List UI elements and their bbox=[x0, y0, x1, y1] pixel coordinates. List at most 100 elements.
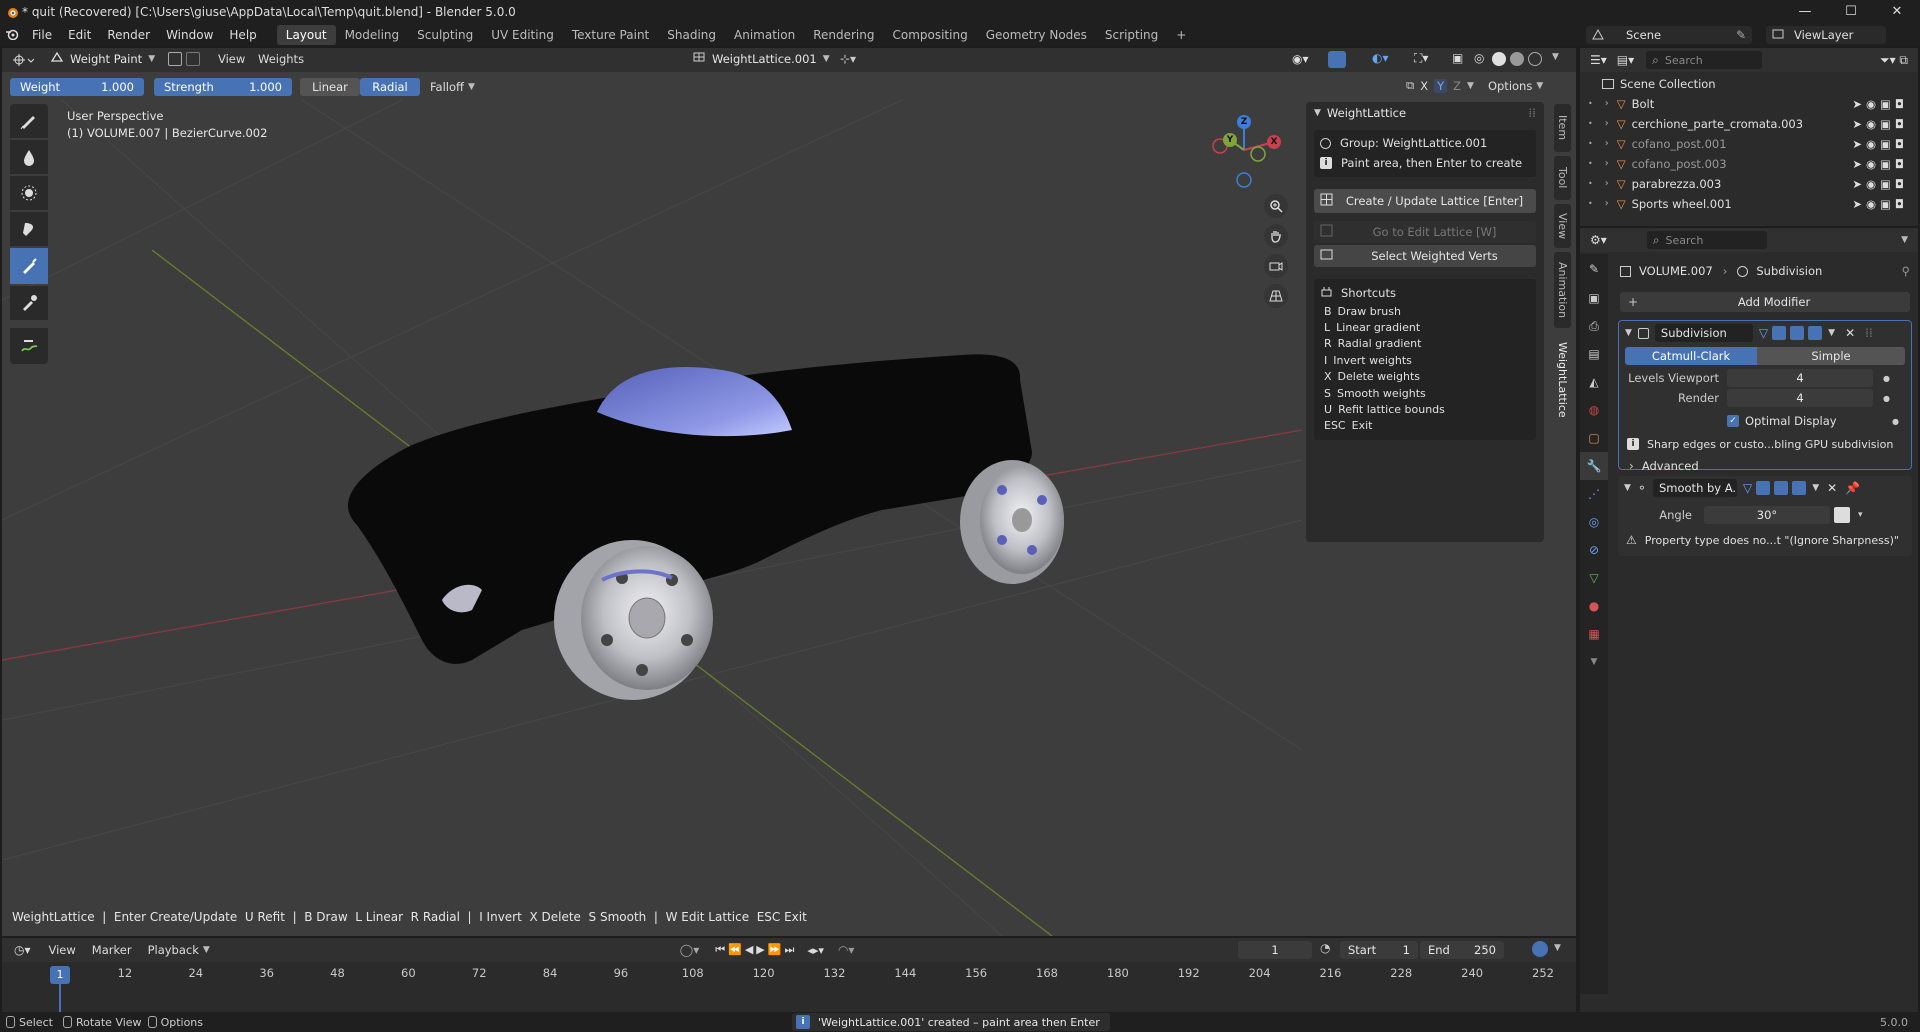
visibility-toggles[interactable]: ➤◉▣◘ bbox=[1852, 194, 1908, 214]
drag-handle-icon[interactable]: ⁞⁞ bbox=[1865, 326, 1873, 340]
chevron-down-icon[interactable]: ▼ bbox=[1812, 483, 1819, 493]
playhead[interactable]: 1 bbox=[50, 966, 70, 984]
chevron-down-icon[interactable]: ▼ bbox=[1624, 483, 1631, 493]
expand-arrow-icon[interactable]: › bbox=[1605, 134, 1609, 154]
chevron-down-icon[interactable]: ▾ bbox=[1858, 510, 1863, 520]
tab-weightlattice[interactable]: WeightLattice bbox=[1554, 332, 1571, 428]
workspace-tab-rendering[interactable]: Rendering bbox=[804, 25, 883, 45]
keyframe-jump-icon[interactable]: ◂▸▾ bbox=[807, 944, 824, 957]
world-tab-icon[interactable]: ◍ bbox=[1580, 396, 1608, 424]
wireframe-shading-icon[interactable]: ◎ bbox=[1474, 51, 1484, 65]
subdivision-header[interactable]: ▼ Subdivision ▽ ▼ ✕ ⁞⁞ bbox=[1619, 321, 1911, 345]
filter-icon[interactable]: ⏷▾ ⧉ bbox=[1880, 53, 1908, 68]
visibility-toggles[interactable]: ➤◉▣◘ bbox=[1852, 114, 1908, 134]
draw-brush-icon[interactable] bbox=[10, 104, 48, 138]
minimize-button[interactable]: — bbox=[1782, 0, 1828, 24]
pin-icon[interactable]: ⚲ bbox=[1902, 264, 1910, 278]
xray-icon[interactable]: ⛶▾ bbox=[1414, 51, 1428, 66]
material-shading-icon[interactable] bbox=[1510, 52, 1524, 66]
simple-button[interactable]: Simple bbox=[1757, 347, 1905, 365]
chevron-down-icon[interactable]: ▼ bbox=[1554, 943, 1561, 953]
scene-selector[interactable]: Scene ✎ bbox=[1586, 26, 1752, 44]
menu-window[interactable]: Window bbox=[158, 24, 221, 46]
create-update-lattice-button[interactable]: Create / Update Lattice [Enter] bbox=[1314, 189, 1536, 213]
add-workspace-button[interactable]: + bbox=[1167, 25, 1195, 45]
render-levels-field[interactable]: 4 bbox=[1727, 389, 1873, 407]
menu-file[interactable]: File bbox=[24, 24, 60, 46]
subdivision-name-field[interactable]: Subdivision bbox=[1654, 324, 1753, 342]
output-tab-icon[interactable]: ⎙ bbox=[1580, 312, 1608, 340]
constraints-tab-icon[interactable]: ⊘ bbox=[1580, 536, 1608, 564]
3d-viewport[interactable]: Weight Paint ▼ View Weights WeightLattic… bbox=[2, 48, 1576, 936]
outliner-row[interactable]: • › ▽ cerchione_parte_cromata.003 ➤◉▣◘ bbox=[1580, 114, 1918, 134]
end-frame-field[interactable]: End 250 bbox=[1420, 941, 1504, 959]
drag-handle-icon[interactable]: ⁞⁞ bbox=[1528, 106, 1536, 120]
workspace-tab-texture-paint[interactable]: Texture Paint bbox=[563, 25, 658, 45]
gizmo-y-axis[interactable]: Y bbox=[1223, 133, 1237, 147]
gizmo-toggle-icon[interactable] bbox=[1328, 51, 1346, 68]
weight-field[interactable]: Weight 1.000 bbox=[10, 78, 144, 96]
auto-keying-icon[interactable]: ◯▾ bbox=[680, 943, 699, 957]
editor-type-icon[interactable]: ☰▾ bbox=[1590, 53, 1607, 67]
outliner-row[interactable]: • › ▽ Bolt ➤◉▣◘ bbox=[1580, 94, 1918, 114]
expand-arrow-icon[interactable]: › bbox=[1605, 174, 1609, 194]
workspace-tab-sculpting[interactable]: Sculpting bbox=[408, 25, 482, 45]
transform-orientation-icon[interactable]: ⊹▾ bbox=[840, 52, 856, 66]
outliner-row[interactable]: • › ▽ Sports wheel.001 ➤◉▣◘ bbox=[1580, 194, 1918, 214]
workspace-tab-uv-editing[interactable]: UV Editing bbox=[482, 25, 563, 45]
chevron-down-icon[interactable]: ▼ bbox=[1901, 235, 1908, 245]
gradient-tool-icon[interactable] bbox=[10, 248, 48, 284]
advanced-subpanel[interactable]: › Advanced bbox=[1619, 456, 1911, 476]
axis-y-toggle[interactable]: Y bbox=[1434, 78, 1448, 93]
expand-arrow-icon[interactable]: › bbox=[1605, 114, 1609, 134]
viewlayer-selector[interactable]: ViewLayer bbox=[1766, 26, 1886, 44]
menu-edit[interactable]: Edit bbox=[60, 24, 99, 46]
workspace-tab-modeling[interactable]: Modeling bbox=[336, 25, 409, 45]
zoom-icon[interactable] bbox=[1264, 194, 1288, 218]
blender-menu-icon[interactable] bbox=[0, 28, 24, 43]
object-icon[interactable] bbox=[168, 52, 182, 66]
visibility-toggles[interactable]: ➤◉▣◘ bbox=[1852, 154, 1908, 174]
material-tab-icon[interactable]: ● bbox=[1580, 592, 1608, 620]
tool-tab-icon[interactable]: ✎ bbox=[1580, 254, 1608, 284]
select-weighted-verts-button[interactable]: Select Weighted Verts bbox=[1314, 245, 1536, 267]
workspace-tab-geometry-nodes[interactable]: Geometry Nodes bbox=[977, 25, 1096, 45]
chevron-down-icon[interactable]: ▼ bbox=[1467, 81, 1474, 91]
chevron-down-icon[interactable]: ▼ bbox=[1625, 328, 1632, 338]
radial-gradient-button[interactable]: Radial bbox=[360, 78, 420, 96]
render-toggle-icon[interactable] bbox=[1792, 481, 1807, 495]
smear-brush-icon[interactable] bbox=[10, 212, 48, 246]
render-toggle-icon[interactable] bbox=[1808, 326, 1823, 340]
outliner-row[interactable]: • › ▽ parabrezza.003 ➤◉▣◘ bbox=[1580, 174, 1918, 194]
tab-view[interactable]: View bbox=[1554, 204, 1571, 248]
pan-hand-icon[interactable] bbox=[1264, 224, 1288, 248]
active-object-selector[interactable]: WeightLattice.001 ▼ bbox=[692, 51, 830, 66]
tab-animation[interactable]: Animation bbox=[1554, 252, 1571, 328]
workspace-tab-animation[interactable]: Animation bbox=[725, 25, 804, 45]
perspective-toggle-icon[interactable] bbox=[1264, 284, 1288, 308]
outliner-row[interactable]: • › ▽ cofano_post.001 ➤◉▣◘ bbox=[1580, 134, 1918, 154]
tab-tool[interactable]: Tool bbox=[1554, 156, 1571, 200]
add-modifier-button[interactable]: + Add Modifier bbox=[1620, 292, 1910, 312]
workspace-tab-compositing[interactable]: Compositing bbox=[883, 25, 976, 45]
mirror-icon[interactable]: ⧉ bbox=[1406, 78, 1414, 93]
navigation-gizmo[interactable]: Z X Y bbox=[1204, 110, 1284, 190]
current-frame-field[interactable]: 1 bbox=[1238, 941, 1312, 959]
view-layer-tab-icon[interactable]: ▤ bbox=[1580, 340, 1608, 368]
cage-toggle-icon[interactable] bbox=[1756, 481, 1771, 495]
weightlattice-panel-header[interactable]: ▼ WeightLattice ⁞⁞ bbox=[1306, 102, 1544, 124]
expand-arrow-icon[interactable]: › bbox=[1605, 94, 1609, 114]
linear-gradient-button[interactable]: Linear bbox=[300, 78, 360, 96]
smooth-header[interactable]: ▼ ⚬ Smooth by A... ▽ ▼ ✕ 📌 bbox=[1618, 476, 1912, 500]
mode-selector[interactable]: Weight Paint ▼ bbox=[50, 51, 155, 66]
edit-mode-toggle-icon[interactable]: ▽ bbox=[1743, 481, 1752, 495]
timeline-marker-menu[interactable]: Marker bbox=[92, 943, 132, 957]
outliner-search[interactable]: ⌕ Search bbox=[1646, 51, 1763, 69]
visibility-icon[interactable]: ◉▾ bbox=[1292, 52, 1309, 66]
editor-type-icon[interactable] bbox=[12, 53, 35, 70]
viewport-toggle-icon[interactable] bbox=[1774, 481, 1789, 495]
workspace-tab-layout[interactable]: Layout bbox=[276, 25, 336, 45]
blur-brush-icon[interactable] bbox=[10, 140, 48, 174]
expand-arrow-icon[interactable]: › bbox=[1605, 154, 1609, 174]
menu-help[interactable]: Help bbox=[221, 24, 264, 46]
